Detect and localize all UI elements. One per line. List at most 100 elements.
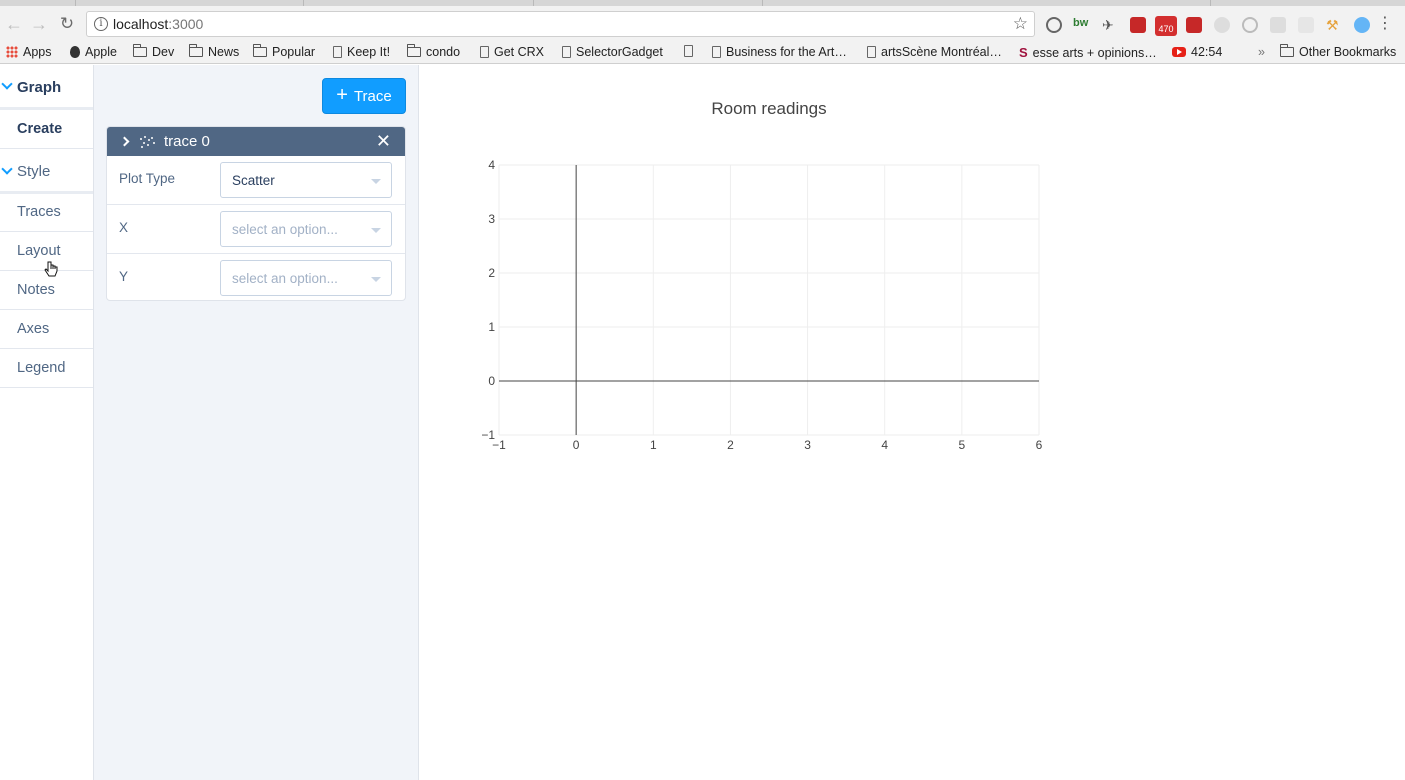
bookmark-keep-it[interactable]: Keep It! <box>333 45 390 59</box>
youtube-icon <box>1172 47 1186 57</box>
mail-extension-icon[interactable]: 470 <box>1155 16 1177 36</box>
bw-extension-icon[interactable]: bw <box>1073 17 1091 33</box>
caret-down-icon <box>371 277 381 282</box>
folder-icon <box>253 44 267 57</box>
x-tick-label: 1 <box>650 438 657 452</box>
bookmark-youtube[interactable]: 42:54 <box>1172 45 1222 59</box>
info-icon[interactable]: i <box>94 17 108 31</box>
window-extension-icon[interactable] <box>1270 17 1286 33</box>
chevron-right-icon[interactable] <box>119 136 130 147</box>
page-icon <box>480 46 489 58</box>
address-bar[interactable]: i localhost:3000 ☆ <box>86 11 1035 37</box>
page-icon <box>684 45 693 57</box>
folder-icon <box>133 44 147 57</box>
mail-badge: 470 <box>1158 24 1174 34</box>
y-tick-label: 1 <box>488 320 495 334</box>
caret-down-icon <box>371 228 381 233</box>
bookmark-business-for-the-arts[interactable]: Business for the Art… <box>712 45 847 59</box>
y-tick-label: −1 <box>481 428 495 442</box>
x-tick-label: 5 <box>959 438 966 452</box>
caret-down-icon <box>371 179 381 184</box>
y-tick-label: 0 <box>488 374 495 388</box>
settings-extension-icon[interactable] <box>1046 17 1062 33</box>
sidebar-item-legend[interactable]: Legend <box>0 349 93 388</box>
x-tick-label: 6 <box>1036 438 1043 452</box>
reload-icon[interactable]: ↻ <box>57 14 77 34</box>
target-extension-icon[interactable] <box>1242 17 1258 33</box>
x-tick-label: 4 <box>881 438 888 452</box>
trace-fold: trace 0 ✕ Plot Type Scatter X select an … <box>106 126 406 301</box>
sidebar-group-label: Graph <box>17 79 62 96</box>
control-panel: + Trace trace 0 ✕ Plot Type Scatter X se… <box>94 65 419 780</box>
y-tick-label: 3 <box>488 212 495 226</box>
close-icon[interactable]: ✕ <box>376 131 391 152</box>
bookmark-other[interactable]: Other Bookmarks <box>1280 44 1396 59</box>
sidebar-group-style[interactable]: Style <box>0 152 93 194</box>
bookmark-dev[interactable]: Dev <box>133 44 174 59</box>
sidebar-group-label: Style <box>17 163 51 180</box>
chevron-down-icon <box>1 163 13 175</box>
bookmarks-overflow-button[interactable]: » <box>1258 45 1265 59</box>
bookmark-untitled[interactable] <box>684 45 698 57</box>
browser-toolbar: ← → ↻ i localhost:3000 ☆ bw ✈ 470 ⚒ ⋮ <box>0 6 1405 42</box>
bookmark-get-crx[interactable]: Get CRX <box>480 45 544 59</box>
page-icon <box>867 46 876 58</box>
field-y: Y select an option... <box>107 254 405 300</box>
bookmark-artsscene[interactable]: artsScène Montréal… <box>867 45 1002 59</box>
bookmark-star-icon[interactable]: ☆ <box>1013 14 1028 34</box>
bookmark-apple[interactable]: Apple <box>70 45 117 59</box>
x-tick-label: 3 <box>804 438 811 452</box>
red-extension-icon[interactable] <box>1130 17 1146 33</box>
y-tick-label: 4 <box>488 158 495 172</box>
sidebar-item-create[interactable]: Create <box>0 110 93 149</box>
folder-icon <box>189 44 203 57</box>
plot-area[interactable]: Room readings −1 0 1 2 3 4 5 6 −1 0 1 2 3 4 <box>419 65 1405 780</box>
field-label: Y <box>119 269 129 284</box>
bookmark-condo[interactable]: condo <box>407 44 460 59</box>
sidebar-item-axes[interactable]: Axes <box>0 310 93 349</box>
trace-name: trace 0 <box>164 133 210 150</box>
bookmark-esse[interactable]: Sesse arts + opinions… <box>1019 45 1157 60</box>
apps-icon <box>6 46 18 58</box>
url-text[interactable]: localhost:3000 <box>113 16 203 32</box>
x-dropdown[interactable]: select an option... <box>220 211 392 247</box>
field-x: X select an option... <box>107 205 405 254</box>
y-tick-label: 2 <box>488 266 495 280</box>
folder-icon <box>407 44 421 57</box>
folder-icon <box>1280 44 1294 57</box>
page-icon <box>562 46 571 58</box>
screen-extension-icon[interactable] <box>1298 17 1314 33</box>
hand-cursor-icon <box>44 261 58 277</box>
plot-type-dropdown[interactable]: Scatter <box>220 162 392 198</box>
chevron-down-icon <box>1 78 13 90</box>
sidebar-item-traces[interactable]: Traces <box>0 193 93 232</box>
circle-extension-icon[interactable] <box>1214 17 1230 33</box>
menu-icon[interactable]: ⋮ <box>1377 15 1393 33</box>
x-tick-label: 2 <box>727 438 734 452</box>
bookmark-selectorgadget[interactable]: SelectorGadget <box>562 45 663 59</box>
dropdown-placeholder: select an option... <box>232 222 338 237</box>
back-icon[interactable]: ← <box>4 14 24 34</box>
shield-extension-icon[interactable] <box>1354 17 1370 33</box>
sidebar: Graph Create Style Traces Layout Notes A… <box>0 65 94 780</box>
forward-icon[interactable]: → <box>29 14 49 34</box>
field-plot-type: Plot Type Scatter <box>107 156 405 205</box>
gallery-extension-icon[interactable] <box>1186 17 1202 33</box>
y-dropdown[interactable]: select an option... <box>220 260 392 296</box>
dropdown-value: Scatter <box>232 173 275 188</box>
apple-icon <box>70 46 80 58</box>
bookmark-popular[interactable]: Popular <box>253 44 315 59</box>
add-trace-button[interactable]: + Trace <box>322 78 406 114</box>
editor-app: Graph Create Style Traces Layout Notes A… <box>0 65 1405 780</box>
page-icon <box>333 46 342 58</box>
sidebar-group-graph[interactable]: Graph <box>0 68 93 110</box>
page-icon <box>712 46 721 58</box>
bookmarks-bar: Apps Apple Dev News Popular Keep It! con… <box>0 42 1405 64</box>
trace-fold-header[interactable]: trace 0 ✕ <box>107 127 405 156</box>
bookmark-news[interactable]: News <box>189 44 239 59</box>
bookmark-apps[interactable]: Apps <box>6 45 52 59</box>
s-logo-icon: S <box>1019 45 1028 60</box>
chart-svg[interactable]: −1 0 1 2 3 4 5 6−101234 <box>419 65 1405 485</box>
rocket-extension-icon[interactable]: ✈ <box>1102 17 1118 33</box>
hammer-extension-icon[interactable]: ⚒ <box>1326 17 1342 33</box>
